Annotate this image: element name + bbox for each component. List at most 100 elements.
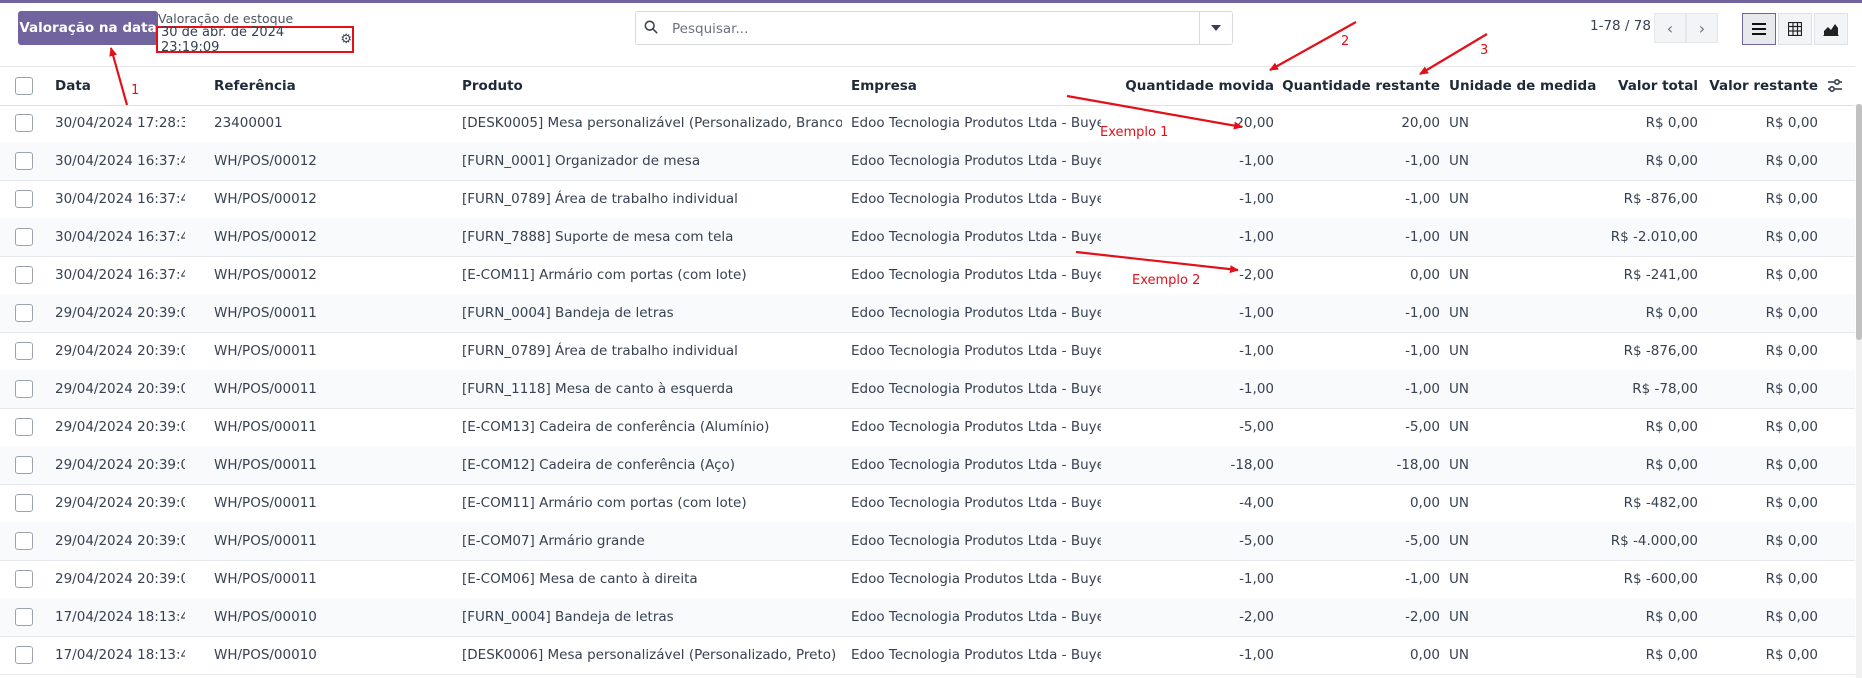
row-checkbox[interactable]: [15, 380, 33, 398]
row-checkbox[interactable]: [15, 342, 33, 360]
table-row[interactable]: 29/04/2024 20:39:04 WH/POS/00011 [E-COM06]…: [0, 560, 1855, 599]
vertical-scrollbar[interactable]: [1856, 104, 1862, 678]
search-options-toggle[interactable]: [1199, 12, 1232, 44]
row-checkbox[interactable]: [15, 152, 33, 170]
row-reference: WH/POS/00012: [214, 267, 317, 283]
table-row[interactable]: 17/04/2024 18:13:40 WH/POS/00010 [FURN_000…: [0, 598, 1855, 637]
row-checkbox[interactable]: [15, 304, 33, 322]
dropdown-caret-icon: [1211, 25, 1221, 31]
row-quantity-moved: -1,00: [1239, 343, 1274, 359]
optional-columns-icon[interactable]: [1827, 78, 1843, 94]
row-quantity-remaining: -5,00: [1405, 533, 1440, 549]
column-quantity-moved[interactable]: Quantidade movida: [1110, 67, 1274, 105]
row-reference: WH/POS/00010: [214, 609, 317, 625]
row-product: [FURN_7888] Suporte de mesa com tela: [462, 229, 734, 245]
pivot-view-button[interactable]: [1778, 13, 1812, 45]
row-date: 29/04/2024 20:39:04: [55, 571, 185, 587]
row-remaining-value: R$ 0,00: [1765, 495, 1818, 511]
row-quantity-moved: -1,00: [1239, 153, 1274, 169]
breadcrumb-date: 30 de abr. de 2024 23:19:09 ⚙: [156, 25, 354, 55]
row-quantity-moved: -1,00: [1239, 305, 1274, 321]
select-all-checkbox[interactable]: [15, 77, 33, 95]
table-row[interactable]: 30/04/2024 17:28:35 23400001 [DESK0005] Me…: [0, 104, 1855, 143]
pager-value[interactable]: 1-78 / 78: [1590, 18, 1651, 34]
column-total-value[interactable]: Valor total: [1560, 67, 1698, 105]
row-reference: WH/POS/00012: [214, 229, 317, 245]
column-remaining-value[interactable]: Valor restante: [1700, 67, 1818, 105]
row-quantity-moved: -2,00: [1239, 609, 1274, 625]
row-product: [FURN_0789] Área de trabalho individual: [462, 343, 738, 359]
row-date: 29/04/2024 20:39:04: [55, 457, 185, 473]
table-row[interactable]: 29/04/2024 20:39:04 WH/POS/00011 [E-COM11]…: [0, 484, 1855, 523]
table-row[interactable]: 29/04/2024 20:39:04 WH/POS/00011 [FURN_078…: [0, 332, 1855, 371]
row-quantity-moved: -5,00: [1239, 419, 1274, 435]
row-checkbox[interactable]: [15, 608, 33, 626]
annotation-label-2: 2: [1341, 34, 1350, 49]
chevron-left-icon: ‹: [1666, 18, 1674, 38]
row-product: [FURN_0001] Organizador de mesa: [462, 153, 701, 169]
column-product[interactable]: Produto: [462, 67, 842, 105]
row-date: 29/04/2024 20:39:04: [55, 495, 185, 511]
graph-view-button[interactable]: [1814, 13, 1848, 45]
gear-icon[interactable]: ⚙: [340, 32, 352, 47]
row-product: [E-COM13] Cadeira de conferência (Alumín…: [462, 419, 770, 435]
row-date: 30/04/2024 16:37:47: [55, 267, 185, 283]
row-product: [FURN_0004] Bandeja de letras: [462, 305, 674, 321]
column-quantity-remaining[interactable]: Quantidade restante: [1280, 67, 1440, 105]
row-checkbox[interactable]: [15, 456, 33, 474]
row-total-value: R$ -241,00: [1623, 267, 1698, 283]
row-quantity-remaining: -1,00: [1405, 229, 1440, 245]
row-remaining-value: R$ 0,00: [1765, 571, 1818, 587]
row-reference: WH/POS/00010: [214, 647, 317, 663]
row-quantity-remaining: -1,00: [1405, 381, 1440, 397]
row-company: Edoo Tecnologia Produtos Ltda - Buyer: [851, 495, 1101, 511]
row-date: 29/04/2024 20:39:04: [55, 343, 185, 359]
valuation-at-date-button[interactable]: Valoração na data: [18, 11, 158, 45]
row-total-value: R$ -2.010,00: [1610, 229, 1698, 245]
row-checkbox[interactable]: [15, 190, 33, 208]
row-checkbox[interactable]: [15, 418, 33, 436]
row-remaining-value: R$ 0,00: [1765, 267, 1818, 283]
row-company: Edoo Tecnologia Produtos Ltda - Buyer: [851, 229, 1101, 245]
row-checkbox[interactable]: [15, 266, 33, 284]
row-checkbox[interactable]: [15, 646, 33, 664]
row-reference: WH/POS/00011: [214, 343, 317, 359]
scrollbar-thumb[interactable]: [1856, 104, 1862, 340]
row-remaining-value: R$ 0,00: [1765, 115, 1818, 131]
row-company: Edoo Tecnologia Produtos Ltda - Buyer: [851, 343, 1101, 359]
table-row[interactable]: 29/04/2024 20:39:04 WH/POS/00011 [E-COM13]…: [0, 408, 1855, 447]
table-row[interactable]: 30/04/2024 16:37:47 WH/POS/00012 [FURN_000…: [0, 142, 1855, 181]
column-date[interactable]: Data: [55, 67, 185, 105]
row-quantity-remaining: -1,00: [1405, 571, 1440, 587]
row-date: 30/04/2024 16:37:47: [55, 153, 185, 169]
chevron-right-icon: ›: [1698, 18, 1706, 38]
table-row[interactable]: 29/04/2024 20:39:04 WH/POS/00011 [FURN_111…: [0, 370, 1855, 409]
row-company: Edoo Tecnologia Produtos Ltda - Buyer: [851, 571, 1101, 587]
table-row[interactable]: 17/04/2024 18:13:40 WH/POS/00010 [DESK0006…: [0, 636, 1855, 675]
row-product: [E-COM12] Cadeira de conferência (Aço): [462, 457, 736, 473]
row-remaining-value: R$ 0,00: [1765, 305, 1818, 321]
column-reference[interactable]: Referência: [214, 67, 414, 105]
column-company[interactable]: Empresa: [851, 67, 1101, 105]
pager-next-button[interactable]: ›: [1686, 13, 1718, 43]
table-row[interactable]: 29/04/2024 20:39:04 WH/POS/00011 [E-COM12]…: [0, 446, 1855, 485]
table-row[interactable]: 30/04/2024 16:37:47 WH/POS/00012 [FURN_788…: [0, 218, 1855, 257]
row-checkbox[interactable]: [15, 570, 33, 588]
row-remaining-value: R$ 0,00: [1765, 609, 1818, 625]
table-row[interactable]: 30/04/2024 16:37:47 WH/POS/00012 [E-COM11]…: [0, 256, 1855, 295]
row-quantity-remaining: -1,00: [1405, 153, 1440, 169]
list-view-button[interactable]: [1742, 13, 1776, 45]
row-checkbox[interactable]: [15, 228, 33, 246]
table-row[interactable]: 29/04/2024 20:39:04 WH/POS/00011 [FURN_000…: [0, 294, 1855, 333]
row-checkbox[interactable]: [15, 114, 33, 132]
row-checkbox[interactable]: [15, 532, 33, 550]
row-date: 17/04/2024 18:13:40: [55, 609, 185, 625]
row-date: 29/04/2024 20:39:04: [55, 305, 185, 321]
search-input[interactable]: [670, 18, 1174, 40]
pager-previous-button[interactable]: ‹: [1654, 13, 1686, 43]
table-row[interactable]: 29/04/2024 20:39:04 WH/POS/00011 [E-COM07]…: [0, 522, 1855, 561]
table-row[interactable]: 30/04/2024 16:37:47 WH/POS/00012 [FURN_078…: [0, 180, 1855, 219]
row-checkbox[interactable]: [15, 494, 33, 512]
row-quantity-moved: -1,00: [1239, 229, 1274, 245]
row-date: 29/04/2024 20:39:04: [55, 381, 185, 397]
